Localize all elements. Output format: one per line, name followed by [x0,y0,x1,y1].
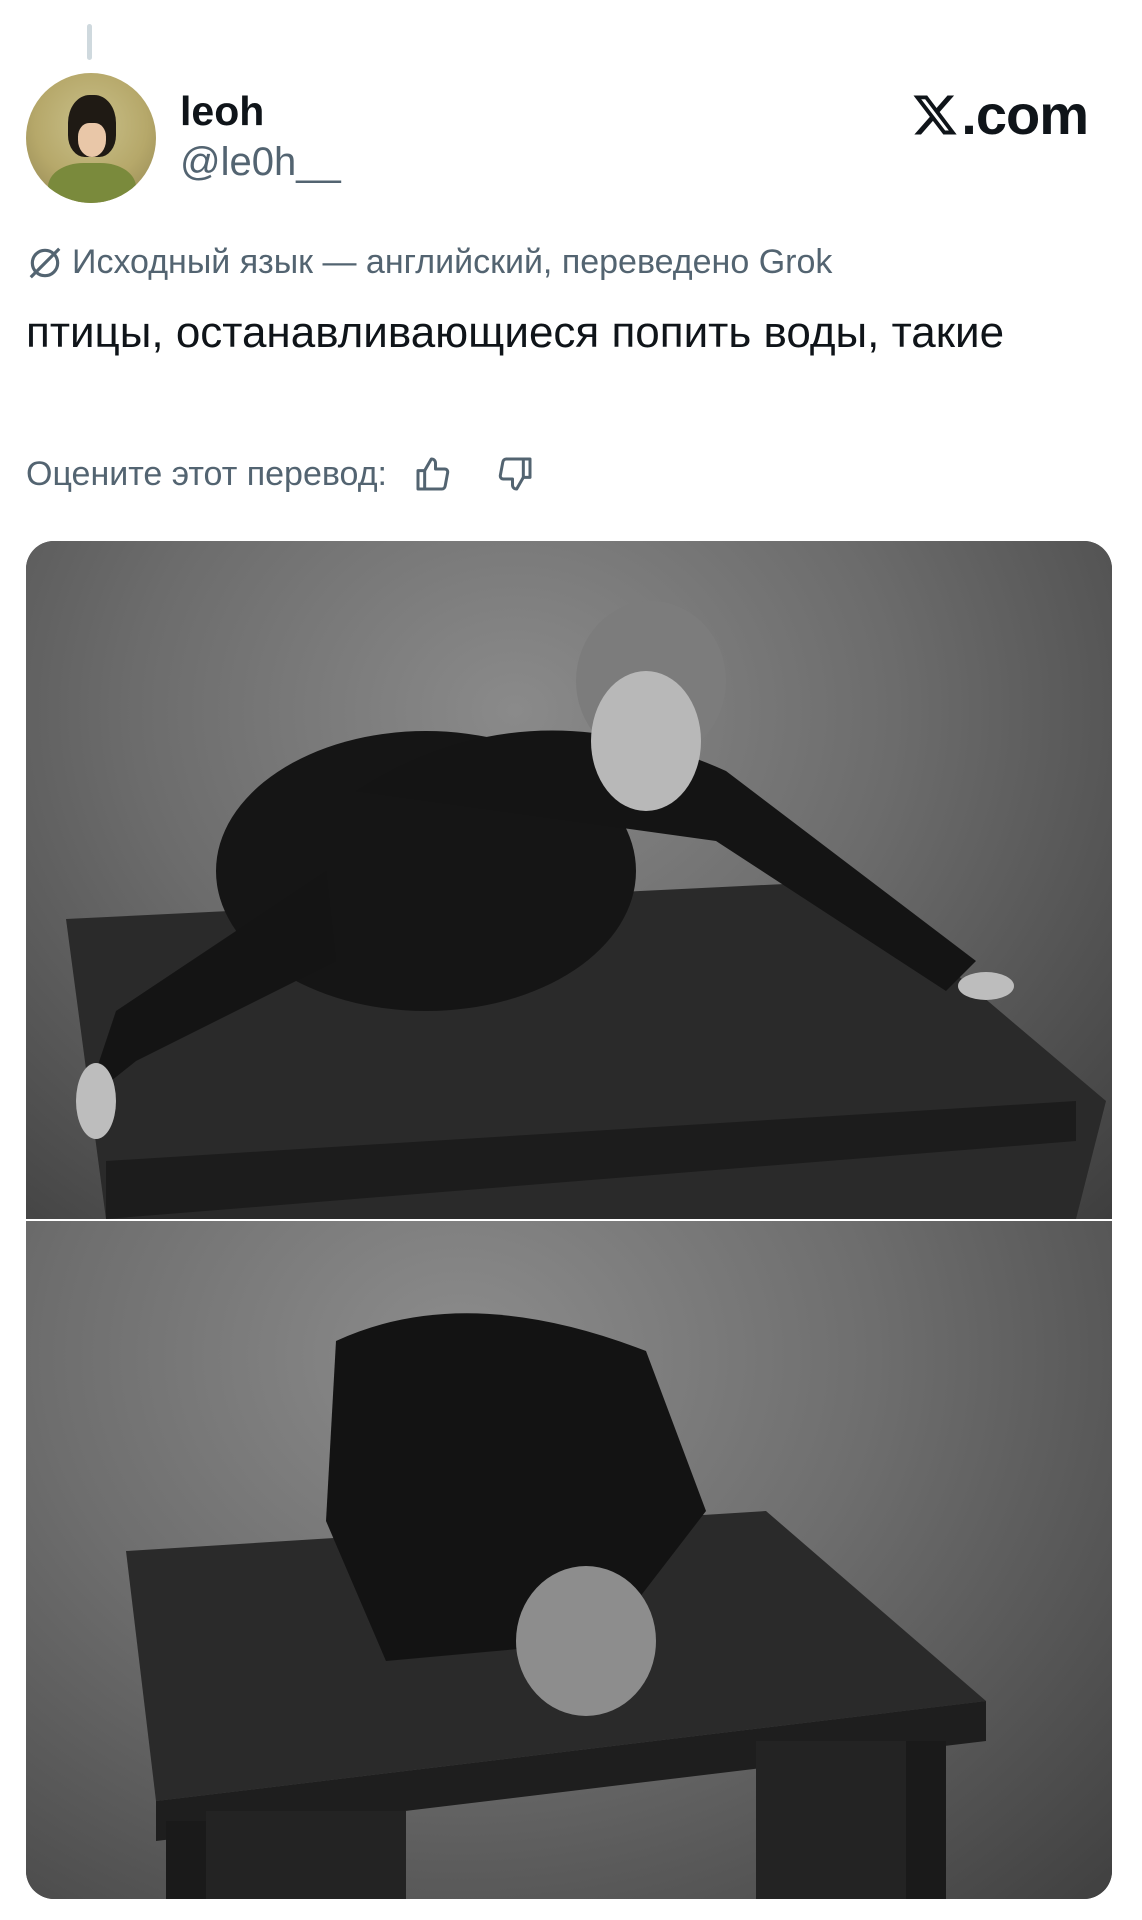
display-name[interactable]: leoh [180,88,264,135]
photo-man-on-desk-reaching[interactable] [26,541,1112,1219]
thumbs-up-icon [416,457,450,491]
avatar-figure-body [48,163,136,203]
x-com-watermark: .com [911,82,1089,147]
media-grid[interactable] [26,541,1112,1899]
thumbs-down-button[interactable] [491,450,539,498]
photo-man-head-down-on-desk[interactable] [26,1221,1112,1899]
thumbs-down-icon [498,457,532,491]
photo-top-illustration [66,601,1106,1219]
photo-bottom-illustration [126,1313,986,1899]
user-handle[interactable]: @le0h__ [180,140,341,185]
rate-translation-label: Оцените этот перевод: [26,454,388,493]
globe-slash-icon [29,247,61,278]
thread-connector [87,24,92,60]
translation-note-text: Исходный язык — английский, переведено G… [72,243,833,281]
avatar-figure-face [78,123,106,157]
rate-translation-row: Оцените этот перевод: [26,450,539,498]
thumbs-up-button[interactable] [409,450,457,498]
domain-suffix: .com [961,83,1089,146]
post-text: птицы, останавливающиеся попить воды, та… [26,308,1005,357]
translation-note: Исходный язык — английский, переведено G… [26,243,832,282]
x-logo-icon [913,95,957,134]
avatar[interactable] [26,73,156,203]
